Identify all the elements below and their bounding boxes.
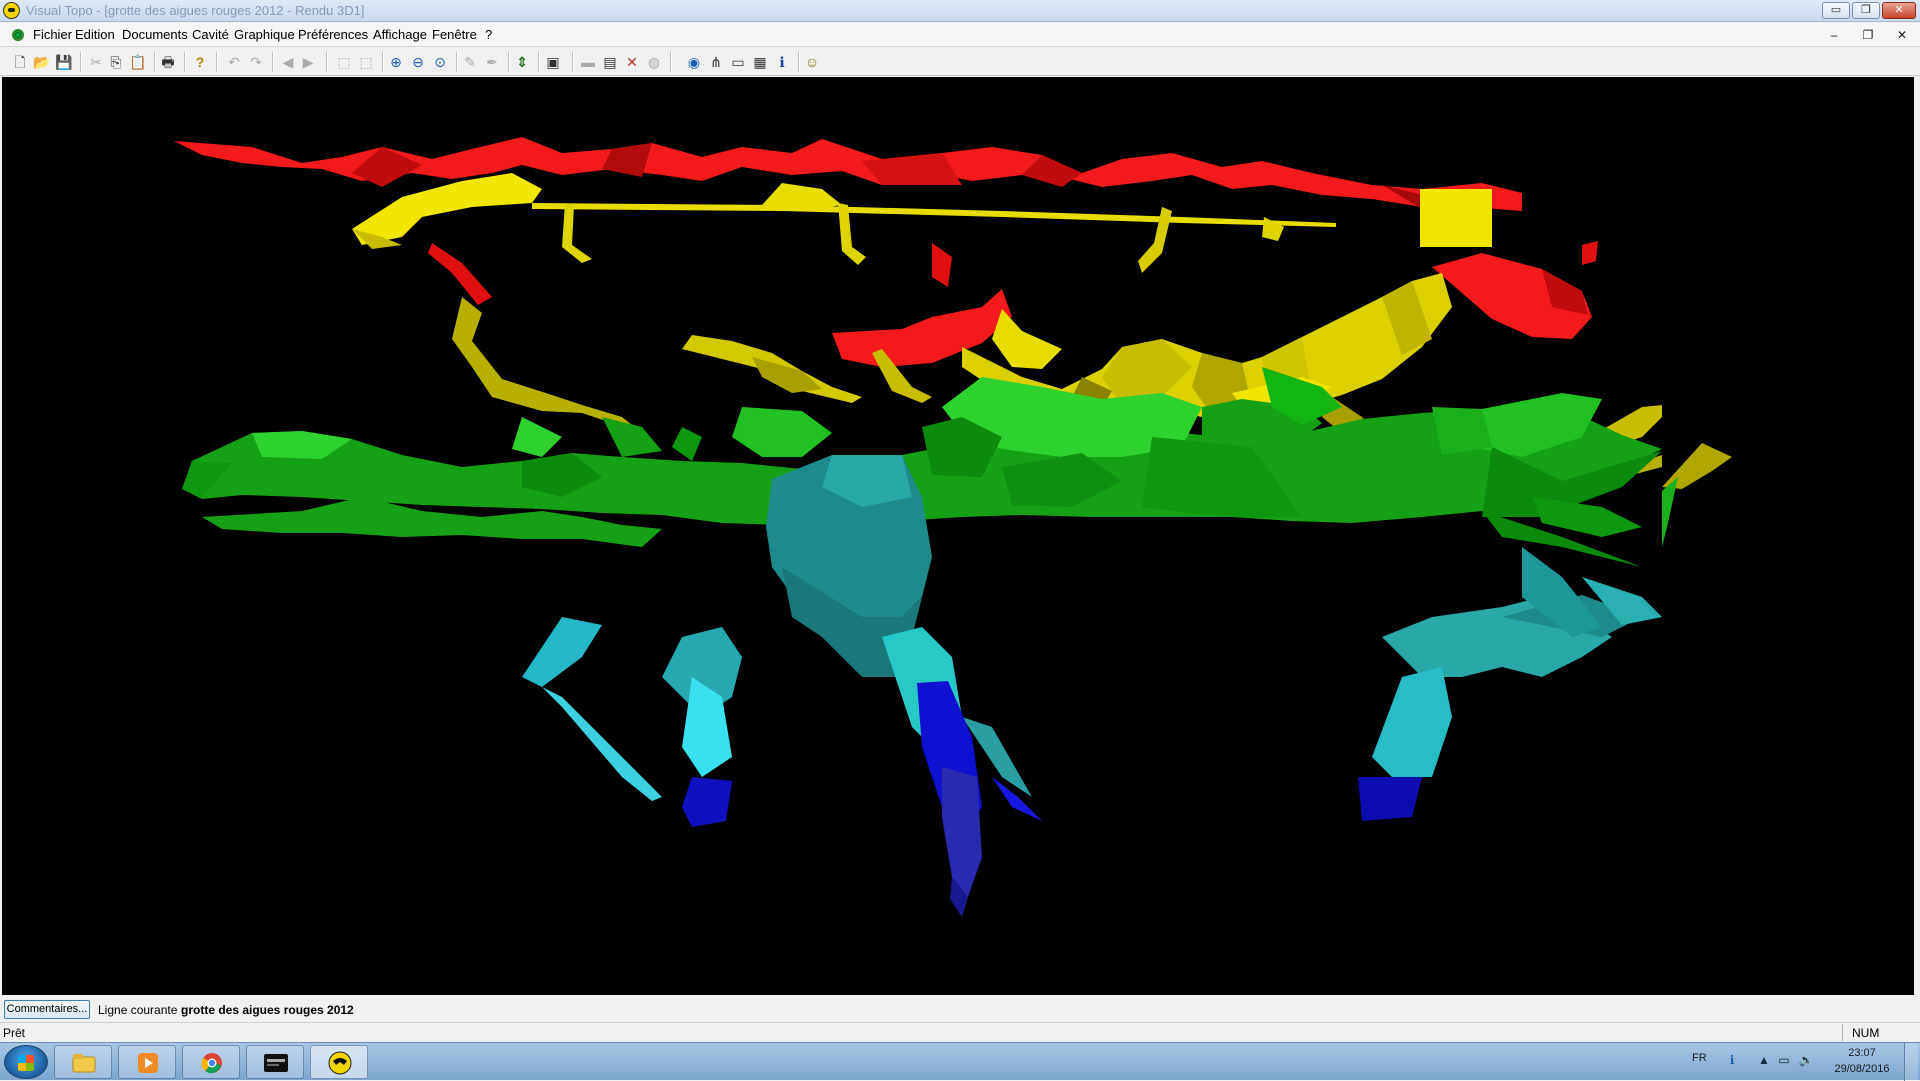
- menu-affichage[interactable]: Affichage: [373, 27, 427, 42]
- menu-fenetre[interactable]: Fenêtre: [432, 27, 477, 42]
- menu-fichier[interactable]: Fichier: [33, 27, 72, 42]
- menu-bar: Fichier Edition Documents Cavité Graphiq…: [0, 23, 1920, 47]
- taskbar-visual-topo[interactable]: [310, 1045, 368, 1079]
- toolbar-separator: [508, 52, 510, 72]
- minimize-button[interactable]: ▭: [1822, 2, 1850, 19]
- comment-bar: Commentaires... Ligne courante : grotte …: [0, 998, 1920, 1022]
- toolbar-separator: [538, 52, 540, 72]
- toolbar-separator: [272, 52, 274, 72]
- menu-edition[interactable]: Edition: [75, 27, 115, 42]
- volume-icon[interactable]: 🔈: [1798, 1053, 1814, 1069]
- toolbar-separator: [326, 52, 328, 72]
- print-icon[interactable]: 🖶: [158, 52, 178, 72]
- status-text: Prêt: [3, 1026, 26, 1040]
- mdi-close-button[interactable]: ✕: [1890, 27, 1914, 43]
- vertical-arrows-icon[interactable]: ⇕: [512, 52, 532, 72]
- notification-info-icon[interactable]: ℹ: [1724, 1053, 1740, 1069]
- globe-icon[interactable]: ◉: [684, 52, 704, 72]
- info-icon[interactable]: ℹ: [772, 52, 792, 72]
- numlock-indicator: NUM: [1852, 1026, 1880, 1040]
- mdi-minimize-button[interactable]: –: [1822, 27, 1846, 43]
- cave-3d-model[interactable]: [2, 77, 1914, 995]
- pencil-icon[interactable]: ✎: [460, 52, 480, 72]
- system-tray: FR ℹ ▲ ▭ 🔈 23:07 29/08/2016: [1680, 1043, 1920, 1081]
- back-icon[interactable]: ◀: [278, 52, 298, 72]
- toolbar-separator: [184, 52, 186, 72]
- new-document-icon[interactable]: 🗋: [10, 52, 30, 72]
- current-line-value: grotte des aigues rouges 2012: [181, 1003, 354, 1017]
- taskbar-media-player[interactable]: [118, 1045, 176, 1079]
- open-folder-icon[interactable]: 📂: [32, 52, 52, 72]
- forward-icon[interactable]: ▶: [298, 52, 318, 72]
- chrome-icon: [201, 1053, 222, 1074]
- save-icon[interactable]: 💾: [54, 52, 74, 72]
- menu-graphique[interactable]: Graphique: [234, 27, 295, 42]
- section-icon[interactable]: ▬: [578, 52, 598, 72]
- media-player-icon: [138, 1053, 158, 1073]
- pen-icon[interactable]: ✒: [482, 52, 502, 72]
- network-icon[interactable]: ⋔: [706, 52, 726, 72]
- status-bar: Prêt NUM: [0, 1022, 1920, 1042]
- status-separator: [1842, 1024, 1843, 1041]
- restore-button[interactable]: ❐: [1852, 2, 1880, 19]
- app-icon[interactable]: [3, 2, 20, 19]
- select-area-icon[interactable]: ⬚: [356, 52, 376, 72]
- toolbar-separator: [382, 52, 384, 72]
- taskbar-chrome[interactable]: [182, 1045, 240, 1079]
- blue-galleries: [682, 681, 1422, 917]
- sphere-icon[interactable]: ◍: [644, 52, 664, 72]
- render-3d-view[interactable]: [2, 77, 1914, 995]
- window-title: Visual Topo - [grotte des aigues rouges …: [26, 3, 365, 18]
- undo-icon[interactable]: ↶: [224, 52, 244, 72]
- document-menu-icon[interactable]: [10, 27, 26, 43]
- current-line-label: Ligne courante :: [98, 1003, 185, 1017]
- show-hidden-icons-icon[interactable]: ▲: [1756, 1053, 1772, 1069]
- clock-time[interactable]: 23:07: [1832, 1047, 1892, 1059]
- clock-date[interactable]: 29/08/2016: [1828, 1063, 1896, 1075]
- toolbar: 🗋 📂 💾 ✂ ⎘ 📋 🖶 ? ↶ ↷ ◀ ▶ ⬚ ⬚ ⊕ ⊖ ⊙ ✎ ✒ ⇕ …: [0, 48, 1920, 76]
- grid-icon[interactable]: ▦: [750, 52, 770, 72]
- start-button[interactable]: [4, 1045, 48, 1079]
- taskbar-gopro[interactable]: [246, 1045, 304, 1079]
- monitor-icon[interactable]: ▭: [728, 52, 748, 72]
- show-desktop-button[interactable]: [1904, 1043, 1918, 1081]
- zoom-fit-icon[interactable]: ⊙: [430, 52, 450, 72]
- windows-logo-icon: [18, 1055, 34, 1071]
- zoom-out-icon[interactable]: ⊖: [408, 52, 428, 72]
- paste-icon[interactable]: 📋: [128, 52, 148, 72]
- explorer-icon: [72, 1054, 96, 1073]
- cut-icon[interactable]: ✂: [86, 52, 106, 72]
- cross-icon[interactable]: ✕: [622, 52, 642, 72]
- about-icon[interactable]: ☺: [802, 52, 822, 72]
- toolbar-separator: [572, 52, 574, 72]
- taskbar: FR ℹ ▲ ▭ 🔈 23:07 29/08/2016: [0, 1042, 1920, 1081]
- toolbar-separator: [456, 52, 458, 72]
- mdi-restore-button[interactable]: ❐: [1856, 27, 1880, 43]
- toolbar-separator: [670, 52, 672, 72]
- comments-button[interactable]: Commentaires...: [4, 1000, 90, 1019]
- select-icon[interactable]: ⬚: [334, 52, 354, 72]
- toolbar-separator: [80, 52, 82, 72]
- menu-help[interactable]: ?: [485, 27, 492, 42]
- zoom-in-icon[interactable]: ⊕: [386, 52, 406, 72]
- copy-icon[interactable]: ⎘: [106, 52, 126, 72]
- menu-preferences[interactable]: Préférences: [298, 27, 368, 42]
- visual-topo-icon: [328, 1051, 352, 1075]
- menu-cavite[interactable]: Cavité: [192, 27, 229, 42]
- toolbar-separator: [798, 52, 800, 72]
- export-icon[interactable]: ▤: [600, 52, 620, 72]
- menu-documents[interactable]: Documents: [122, 27, 188, 42]
- render-3d-icon[interactable]: ▣: [543, 52, 563, 72]
- network-tray-icon[interactable]: ▭: [1776, 1053, 1792, 1069]
- gopro-icon: [264, 1054, 288, 1072]
- redo-icon[interactable]: ↷: [246, 52, 266, 72]
- close-button[interactable]: ✕: [1882, 2, 1916, 19]
- toolbar-separator: [216, 52, 218, 72]
- taskbar-explorer[interactable]: [54, 1045, 112, 1079]
- language-indicator[interactable]: FR: [1692, 1052, 1707, 1064]
- help-icon[interactable]: ?: [190, 52, 210, 72]
- title-bar: Visual Topo - [grotte des aigues rouges …: [0, 0, 1920, 22]
- toolbar-separator: [154, 52, 156, 72]
